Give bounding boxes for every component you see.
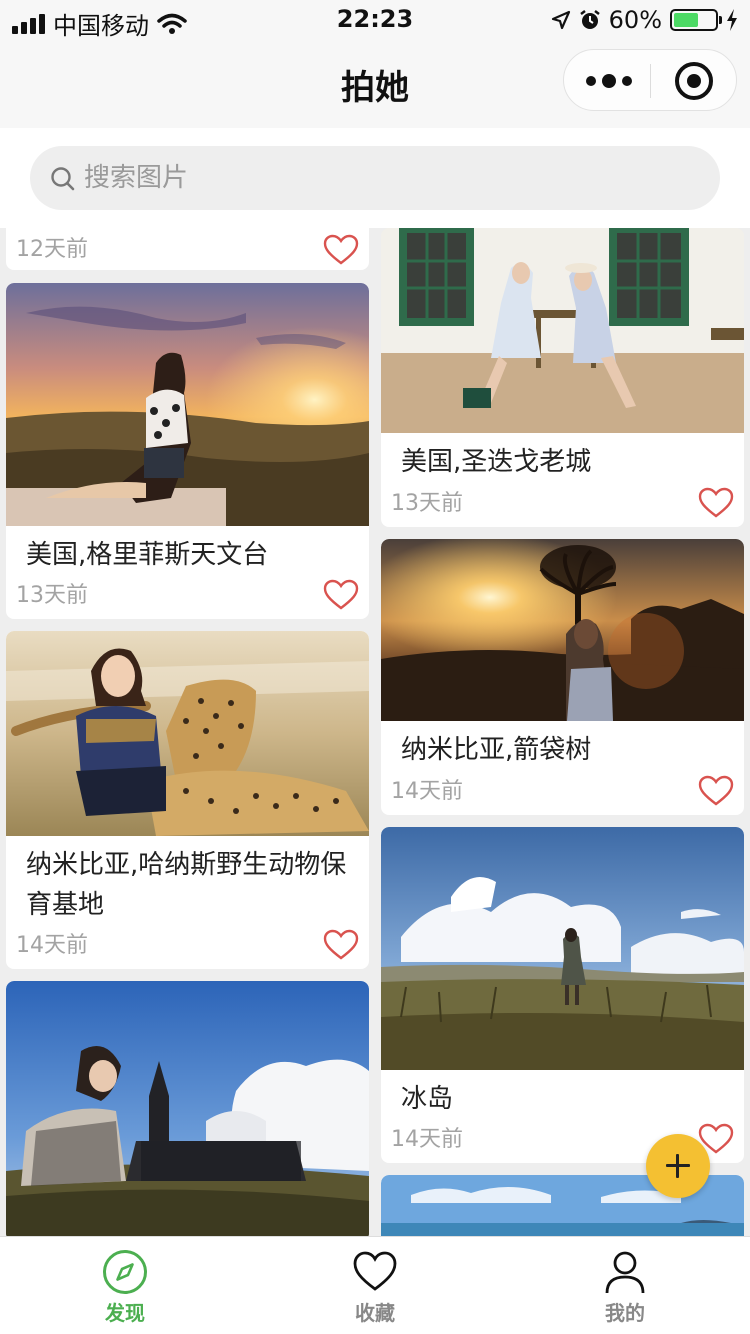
- card-time: 14天前: [16, 933, 88, 958]
- card-time: 13天前: [391, 491, 463, 516]
- tab-mine[interactable]: 我的: [500, 1237, 750, 1334]
- charging-icon: [727, 9, 737, 31]
- compass-icon: [103, 1250, 147, 1294]
- tab-label: 发现: [105, 1301, 145, 1325]
- card-caption: 美国,圣迭戈老城: [401, 447, 592, 477]
- tab-discover[interactable]: 发现: [0, 1237, 250, 1334]
- tab-favorites[interactable]: 收藏: [250, 1237, 500, 1334]
- nav-bar: 拍她: [0, 40, 750, 128]
- card-photo: [381, 228, 744, 433]
- card-caption: 纳米比亚,哈纳斯野生动物保育基地: [26, 850, 347, 920]
- heart-icon[interactable]: [698, 775, 734, 807]
- heart-icon[interactable]: [323, 929, 359, 961]
- card-photo: [381, 827, 744, 1070]
- heart-icon: [353, 1251, 397, 1291]
- photo-card[interactable]: 12天前: [6, 228, 369, 270]
- alarm-icon: [579, 10, 600, 29]
- tab-label: 收藏: [355, 1301, 395, 1325]
- user-icon: [605, 1251, 645, 1294]
- search-input[interactable]: [84, 154, 684, 202]
- card-photo: [6, 631, 369, 836]
- card-photo: [6, 283, 369, 526]
- battery-percent: 60%: [608, 6, 662, 34]
- card-caption: 纳米比亚,箭袋树: [401, 735, 592, 765]
- battery-icon: [670, 9, 722, 31]
- mini-program-capsule: [563, 49, 737, 111]
- photo-card[interactable]: 纳米比亚,哈纳斯野生动物保育基地 14天前: [6, 631, 369, 969]
- photo-card[interactable]: [6, 981, 369, 1236]
- more-icon[interactable]: [586, 50, 632, 112]
- status-bar: 中国移动 22:23 60%: [0, 0, 750, 40]
- card-time: 14天前: [391, 1127, 463, 1152]
- search-box[interactable]: [30, 146, 720, 210]
- close-icon[interactable]: [675, 62, 713, 100]
- photo-card[interactable]: 冰岛 14天前: [381, 827, 744, 1163]
- tab-label: 我的: [605, 1301, 645, 1325]
- search-icon: [51, 167, 75, 191]
- card-photo: [381, 539, 744, 721]
- heart-icon[interactable]: [323, 579, 359, 611]
- location-icon: [551, 10, 570, 30]
- search-bar: [0, 128, 750, 228]
- card-time: 12天前: [16, 237, 88, 262]
- photo-card[interactable]: 美国,圣迭戈老城 13天前: [381, 228, 744, 527]
- card-photo: [6, 981, 369, 1236]
- add-photo-button[interactable]: [646, 1134, 710, 1198]
- card-caption: 冰岛: [401, 1084, 454, 1114]
- heart-icon[interactable]: [323, 234, 359, 266]
- photo-card[interactable]: 纳米比亚,箭袋树 14天前: [381, 539, 744, 815]
- tab-bar: 发现 收藏 我的: [0, 1236, 750, 1334]
- heart-icon[interactable]: [698, 487, 734, 519]
- photo-card[interactable]: 美国,格里菲斯天文台 13天前: [6, 283, 369, 619]
- card-time: 14天前: [391, 779, 463, 804]
- photo-feed: 12天前 美国,格里菲斯天文台 13天前 纳米比亚,哈纳斯野生动物保育基地 14…: [0, 228, 750, 1236]
- card-time: 13天前: [16, 583, 88, 608]
- card-caption: 美国,格里菲斯天文台: [26, 540, 269, 570]
- capsule-divider: [650, 64, 651, 98]
